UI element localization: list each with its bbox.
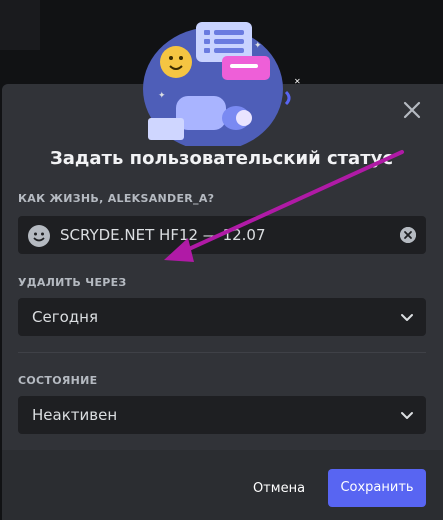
svg-text:✦: ✦ xyxy=(254,41,262,51)
clear-after-label: УДАЛИТЬ ЧЕРЕЗ xyxy=(18,276,127,289)
clear-circle-icon[interactable] xyxy=(400,227,416,243)
modal-title: Задать пользовательский статус xyxy=(49,148,394,169)
state-select[interactable]: Неактивен xyxy=(18,396,426,434)
smiley-emoji-icon[interactable] xyxy=(28,225,50,247)
background-panel xyxy=(0,0,40,50)
save-button[interactable]: Сохранить xyxy=(328,469,426,507)
status-input[interactable]: SCRYDE.NET HF12 — 12.07 xyxy=(18,216,426,254)
status-illustration: ✦ ✦ ✕ xyxy=(143,22,301,146)
chevron-down-icon xyxy=(401,314,413,321)
cancel-button[interactable]: Отмена xyxy=(246,477,312,501)
svg-text:✕: ✕ xyxy=(294,77,301,86)
status-text: SCRYDE.NET HF12 — 12.07 xyxy=(60,226,266,244)
smiley-face-icon xyxy=(160,46,192,78)
laptop-icon xyxy=(148,118,184,140)
clear-after-select[interactable]: Сегодня xyxy=(18,298,426,336)
clear-after-value: Сегодня xyxy=(32,308,98,326)
close-icon[interactable] xyxy=(398,96,426,124)
section-divider xyxy=(18,352,426,353)
status-label: КАК ЖИЗНЬ, ALEKSANDER_A? xyxy=(18,192,215,205)
chevron-down-icon xyxy=(401,412,413,419)
state-value: Неактивен xyxy=(32,406,118,424)
state-label: СОСТОЯНИЕ xyxy=(18,374,98,387)
svg-text:✦: ✦ xyxy=(158,91,166,101)
